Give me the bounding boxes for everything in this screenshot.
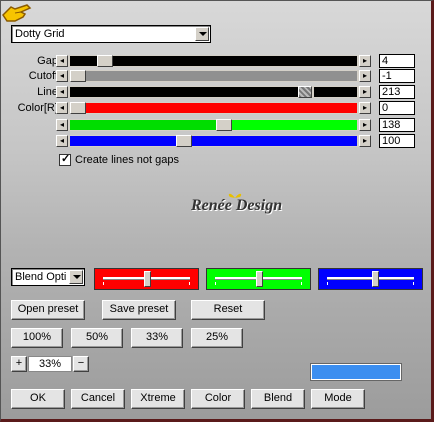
color-b-slider[interactable]: ◂ ▸ <box>56 135 371 147</box>
scroll-right-icon[interactable]: ▸ <box>359 135 371 147</box>
slider-thumb[interactable] <box>298 86 312 98</box>
color-r-value-field[interactable]: 0 <box>379 101 415 115</box>
gap-slider[interactable]: ◂ ▸ <box>56 55 371 67</box>
scroll-right-icon[interactable]: ▸ <box>359 70 371 82</box>
zoom-25-button[interactable]: 25% <box>191 328 243 348</box>
scroll-right-icon[interactable]: ▸ <box>359 119 371 131</box>
color-r-label: Color[R]: <box>17 102 61 114</box>
chevron-down-icon[interactable] <box>195 27 209 41</box>
scroll-left-icon[interactable]: ◂ <box>56 102 68 114</box>
preset-dropdown[interactable]: Dotty Grid <box>11 25 211 43</box>
preview-color-swatch[interactable] <box>311 364 401 380</box>
line-slider[interactable]: ◂ ▸ <box>56 86 371 98</box>
scroll-right-icon[interactable]: ▸ <box>359 102 371 114</box>
slider-thumb[interactable] <box>256 271 263 287</box>
blue-panel-slider[interactable] <box>318 268 423 290</box>
cutoff-slider[interactable]: ◂ ▸ <box>56 70 371 82</box>
line-label: Line: <box>37 86 61 98</box>
preset-dropdown-value: Dotty Grid <box>15 28 65 40</box>
blend-options-dropdown[interactable]: Blend Opti <box>11 268 85 286</box>
scroll-left-icon[interactable]: ◂ <box>56 70 68 82</box>
zoom-33-button[interactable]: 33% <box>131 328 183 348</box>
renee-design-logo: Renée Design <box>191 197 283 214</box>
blend-options-value: Blend Opti <box>15 271 67 283</box>
cutoff-label: Cutoff: <box>28 70 61 82</box>
color-r-slider[interactable]: ◂ ▸ <box>56 102 371 114</box>
color-button[interactable]: Color <box>191 389 245 409</box>
zoom-out-button[interactable]: − <box>73 356 89 372</box>
slider-thumb[interactable] <box>176 135 192 147</box>
cutoff-value-field[interactable]: -1 <box>379 69 415 83</box>
zoom-100-button[interactable]: 100% <box>11 328 63 348</box>
slider-thumb[interactable] <box>372 271 379 287</box>
green-panel-slider[interactable] <box>206 268 311 290</box>
gap-label: Gap: <box>37 55 61 67</box>
hand-pointer-icon <box>2 4 32 22</box>
scroll-left-icon[interactable]: ◂ <box>56 55 68 67</box>
blend-button[interactable]: Blend <box>251 389 305 409</box>
color-g-slider[interactable]: ◂ ▸ <box>56 119 371 131</box>
save-preset-button[interactable]: Save preset <box>102 300 176 320</box>
slider-thumb[interactable] <box>70 102 86 114</box>
slider-thumb[interactable] <box>97 55 113 67</box>
create-lines-checkbox[interactable] <box>59 152 71 166</box>
scroll-right-icon[interactable]: ▸ <box>359 86 371 98</box>
butterfly-icon <box>228 193 242 198</box>
ok-button[interactable]: OK <box>11 389 65 409</box>
xtreme-button[interactable]: Xtreme <box>131 389 185 409</box>
filter-dialog: Dotty Grid Gap: ◂ ▸ 4 Cutoff: ◂ ▸ -1 Lin… <box>0 0 434 422</box>
slider-thumb[interactable] <box>70 70 86 82</box>
scroll-left-icon[interactable]: ◂ <box>56 135 68 147</box>
zoom-value-field[interactable]: 33% <box>28 356 72 372</box>
mode-button[interactable]: Mode <box>311 389 365 409</box>
reset-button[interactable]: Reset <box>191 300 265 320</box>
zoom-in-button[interactable]: + <box>11 356 27 372</box>
red-panel-slider[interactable] <box>94 268 199 290</box>
scroll-left-icon[interactable]: ◂ <box>56 86 68 98</box>
open-preset-button[interactable]: Open preset <box>11 300 85 320</box>
gap-value-field[interactable]: 4 <box>379 54 415 68</box>
chevron-down-icon[interactable] <box>69 270 83 284</box>
color-g-value-field[interactable]: 138 <box>379 118 415 132</box>
create-lines-label: Create lines not gaps <box>75 154 179 166</box>
scroll-left-icon[interactable]: ◂ <box>56 119 68 131</box>
scroll-right-icon[interactable]: ▸ <box>359 55 371 67</box>
line-value-field[interactable]: 213 <box>379 85 415 99</box>
cancel-button[interactable]: Cancel <box>71 389 125 409</box>
slider-thumb[interactable] <box>216 119 232 131</box>
zoom-50-button[interactable]: 50% <box>71 328 123 348</box>
color-b-value-field[interactable]: 100 <box>379 134 415 148</box>
slider-thumb[interactable] <box>144 271 151 287</box>
